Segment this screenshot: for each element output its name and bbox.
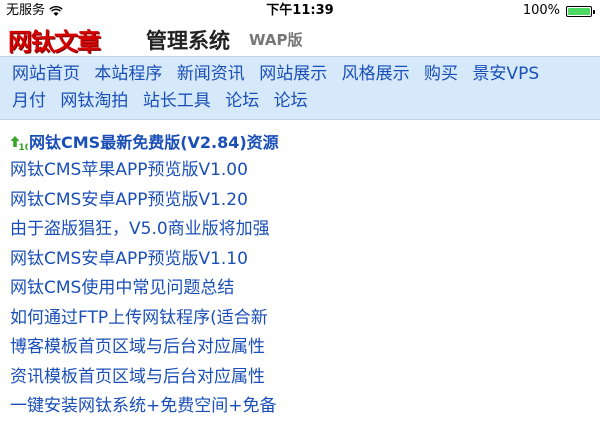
nav-item-home[interactable]: 网站首页 <box>12 64 80 84</box>
nav-item-forum[interactable]: 论坛 <box>225 91 259 111</box>
status-time: 下午11:39 <box>266 3 334 18</box>
nav-item-monthly[interactable]: 月付 <box>12 91 46 111</box>
list-item[interactable]: 网钛CMS使用中常见问题总结 <box>10 274 600 304</box>
wap-version-label: WAP版 <box>249 31 303 49</box>
article-list: 网钛CMS苹果APP预览版V1.00 网钛CMS安卓APP预览版V1.20 由于… <box>10 156 600 422</box>
nav-item-forum-2[interactable]: 论坛 <box>274 91 308 111</box>
list-item[interactable]: 网钛CMS苹果APP预览版V1.00 <box>10 156 600 186</box>
article-section: 10 网钛CMS最新免费版(V2.84)资源 网钛CMS苹果APP预览版V1.0… <box>0 120 600 422</box>
nav-item-site-showcase[interactable]: 网站展示 <box>259 64 327 84</box>
svg-text:10: 10 <box>19 143 29 151</box>
nav-item-buy[interactable]: 购买 <box>424 64 458 84</box>
nav-item-webmaster-tools[interactable]: 站长工具 <box>143 91 211 111</box>
nav-item-news[interactable]: 新闻资讯 <box>177 64 245 84</box>
list-item[interactable]: 由于盗版猖狂，V5.0商业版将加强 <box>10 215 600 245</box>
list-item[interactable]: 网钛CMS安卓APP预览版V1.20 <box>10 186 600 216</box>
featured-article-title[interactable]: 网钛CMS最新免费版(V2.84)资源 <box>29 130 279 156</box>
nav-item-style-showcase[interactable]: 风格展示 <box>342 64 410 84</box>
list-item[interactable]: 博客模板首页区域与后台对应属性 <box>10 333 600 363</box>
nav-item-auction[interactable]: 网钛淘拍 <box>60 91 128 111</box>
site-logo-subtitle: 管理系统 <box>146 29 230 53</box>
list-item[interactable]: 资讯模板首页区域与后台对应属性 <box>10 363 600 393</box>
battery-percent: 100% <box>522 3 560 18</box>
list-item[interactable]: 如何通过FTP上传网钛程序(适合新 <box>10 304 600 334</box>
battery-icon <box>566 5 595 17</box>
status-right: 100% <box>522 0 595 22</box>
list-item[interactable]: 一键安装网钛系统+免费空间+免备 <box>10 392 600 422</box>
status-bar: 无服务 下午11:39 100% <box>0 0 600 22</box>
nav-item-programs[interactable]: 本站程序 <box>94 64 162 84</box>
list-item[interactable]: 网钛CMS安卓APP预览版V1.10 <box>10 245 600 275</box>
top-arrow-icon: 10 <box>10 136 29 151</box>
site-header: 网钛文章 管理系统 WAP版 <box>0 22 600 56</box>
nav-item-vps[interactable]: 景安VPS <box>472 64 539 84</box>
featured-article[interactable]: 10 网钛CMS最新免费版(V2.84)资源 <box>10 130 600 156</box>
site-logo[interactable]: 网钛文章 <box>8 22 101 57</box>
main-nav: 网站首页 本站程序 新闻资讯 网站展示 风格展示 购买 景安VPS 月付 网钛淘… <box>0 56 600 120</box>
